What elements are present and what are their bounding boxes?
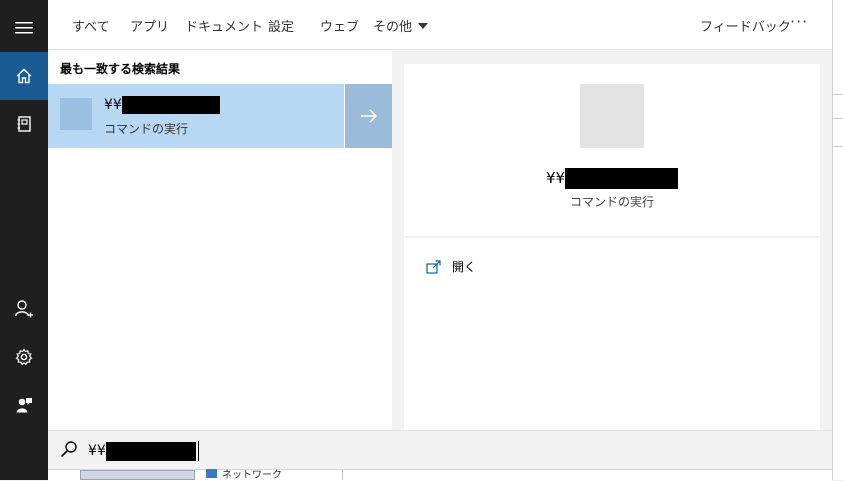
tab-documents[interactable]: ドキュメント <box>185 16 263 35</box>
preview-header-card: ¥¥ コマンドの実行 <box>404 64 820 236</box>
chevron-down-icon <box>418 23 429 29</box>
tab-web[interactable]: ウェブ <box>320 16 359 35</box>
redaction-bar <box>121 96 220 114</box>
account-button[interactable] <box>0 285 48 333</box>
hamburger-menu-button[interactable] <box>0 4 48 52</box>
feedback-link[interactable]: フィードバック <box>700 16 791 35</box>
search-box[interactable]: ¥¥ <box>48 430 832 469</box>
notebook-icon <box>17 116 31 132</box>
feedback-hub-button[interactable] <box>0 381 48 429</box>
search-query-text: ¥¥ <box>88 443 106 459</box>
app-tile-icon <box>60 98 92 130</box>
search-tab-bar: すべて アプリ ドキュメント 設定 ウェブ その他 フィードバック ··· <box>48 0 832 50</box>
more-options-button[interactable]: ··· <box>790 12 808 31</box>
search-input[interactable]: ¥¥ <box>88 441 199 461</box>
tab-more-label: その他 <box>373 20 413 35</box>
background-divider <box>832 118 843 119</box>
preview-actions: 開く <box>404 238 820 430</box>
redaction-bar <box>105 441 196 461</box>
open-external-icon <box>426 259 441 274</box>
network-icon <box>206 469 217 478</box>
hamburger-menu-icon <box>15 22 33 34</box>
tab-more[interactable]: その他 <box>373 16 429 35</box>
best-match-title-text: ¥¥ <box>104 97 122 113</box>
search-sidebar-rail <box>0 0 48 480</box>
gear-icon <box>15 348 33 366</box>
background-divider <box>342 470 343 480</box>
app-large-icon <box>580 84 644 148</box>
background-divider <box>832 94 843 95</box>
background-window-edge <box>832 0 843 480</box>
feedback-person-icon <box>16 398 32 413</box>
background-thumbnail <box>80 470 195 480</box>
preview-title: ¥¥ <box>404 168 820 189</box>
best-match-heading: 最も一致する検索結果 <box>60 62 181 76</box>
home-icon <box>16 68 32 84</box>
arrow-right-icon <box>360 109 377 123</box>
background-divider <box>832 146 843 147</box>
best-match-result[interactable]: ¥¥ コマンドの実行 <box>48 84 392 148</box>
results-list: 最も一致する検索結果 ¥¥ コマンドの実行 <box>48 50 392 430</box>
home-button[interactable] <box>0 52 48 100</box>
notebook-button[interactable] <box>0 100 48 148</box>
best-match-subtitle: コマンドの実行 <box>104 122 189 136</box>
preview-subtitle: コマンドの実行 <box>569 195 654 209</box>
redaction-bar <box>565 168 679 189</box>
open-action-label: 開く <box>452 260 477 274</box>
user-add-icon <box>14 300 33 318</box>
search-icon <box>60 441 77 458</box>
open-action[interactable]: 開く <box>426 258 476 275</box>
tab-apps[interactable]: アプリ <box>130 16 169 35</box>
tab-settings[interactable]: 設定 <box>268 16 294 35</box>
expand-preview-button[interactable] <box>344 84 392 148</box>
text-cursor <box>197 441 199 461</box>
tab-all[interactable]: すべて <box>72 16 110 35</box>
settings-button[interactable] <box>0 333 48 381</box>
preview-pane: ¥¥ コマンドの実行 開く <box>392 50 832 430</box>
best-match-title: ¥¥ <box>104 96 220 114</box>
preview-title-text: ¥¥ <box>545 169 566 187</box>
